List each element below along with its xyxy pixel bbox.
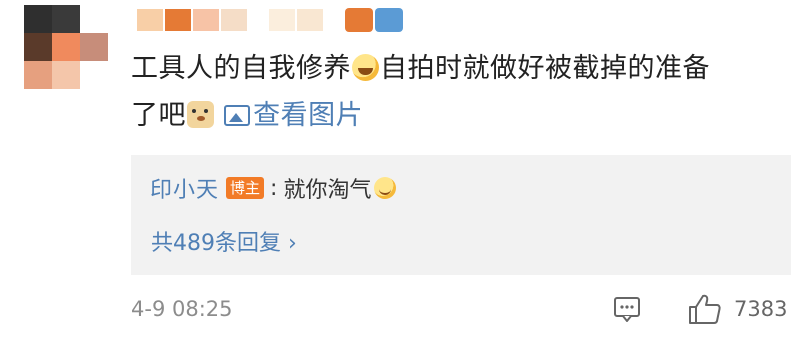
avatar-pixel [52, 5, 80, 33]
user-badge [375, 8, 403, 32]
username-pixel [297, 9, 323, 31]
username-gap [325, 9, 343, 31]
avatar-pixel [24, 5, 52, 33]
avatar-pixel [24, 61, 52, 89]
comment-text-part1: 工具人的自我修养 [131, 53, 351, 84]
comment-text: 工具人的自我修养 自拍时就做好被截掉的准备 了吧 查看图片 [131, 45, 791, 139]
reply-line: 印小天 博主 : 就你淘气 [150, 172, 397, 204]
reply-separator: : [270, 175, 278, 201]
reply-text: 就你淘气 [283, 178, 372, 203]
avatar-pixel [24, 33, 52, 61]
like-count: 7383 [734, 297, 788, 321]
username-pixel [269, 9, 295, 31]
username-pixel [165, 9, 191, 31]
user-badge [345, 8, 373, 32]
smile-emoji-icon [374, 177, 397, 199]
username-pixel [193, 9, 219, 31]
avatar-pixel [52, 33, 80, 61]
comment-timestamp: 4-9 08:25 [131, 297, 233, 321]
thumbs-up-icon[interactable] [688, 293, 722, 325]
host-badge: 博主 [226, 177, 265, 199]
more-replies-link[interactable]: 共489条回复 › [151, 225, 297, 257]
view-picture-link[interactable]: 查看图片 [224, 100, 363, 131]
username-gap [249, 9, 267, 31]
doge-emoji-icon [187, 101, 214, 128]
comment-text-part2: 自拍时就做好被截掉的准备 [380, 53, 710, 84]
view-picture-label: 查看图片 [253, 100, 364, 131]
avatar[interactable] [24, 5, 108, 89]
username-pixelated[interactable] [137, 8, 403, 32]
avatar-pixel [80, 5, 108, 33]
avatar-pixel [80, 61, 108, 89]
reply-username[interactable]: 印小天 [150, 172, 219, 204]
avatar-pixel [52, 61, 80, 89]
username-pixel [137, 9, 163, 31]
reply-box[interactable]: 印小天 博主 : 就你淘气 共489条回复 › [131, 155, 791, 275]
username-pixel [221, 9, 247, 31]
comment-icon[interactable] [613, 295, 641, 323]
avatar-pixel [80, 33, 108, 61]
comment-text-part3: 了吧 [131, 100, 186, 131]
laugh-cry-emoji-icon [352, 54, 379, 81]
picture-icon [224, 105, 251, 126]
